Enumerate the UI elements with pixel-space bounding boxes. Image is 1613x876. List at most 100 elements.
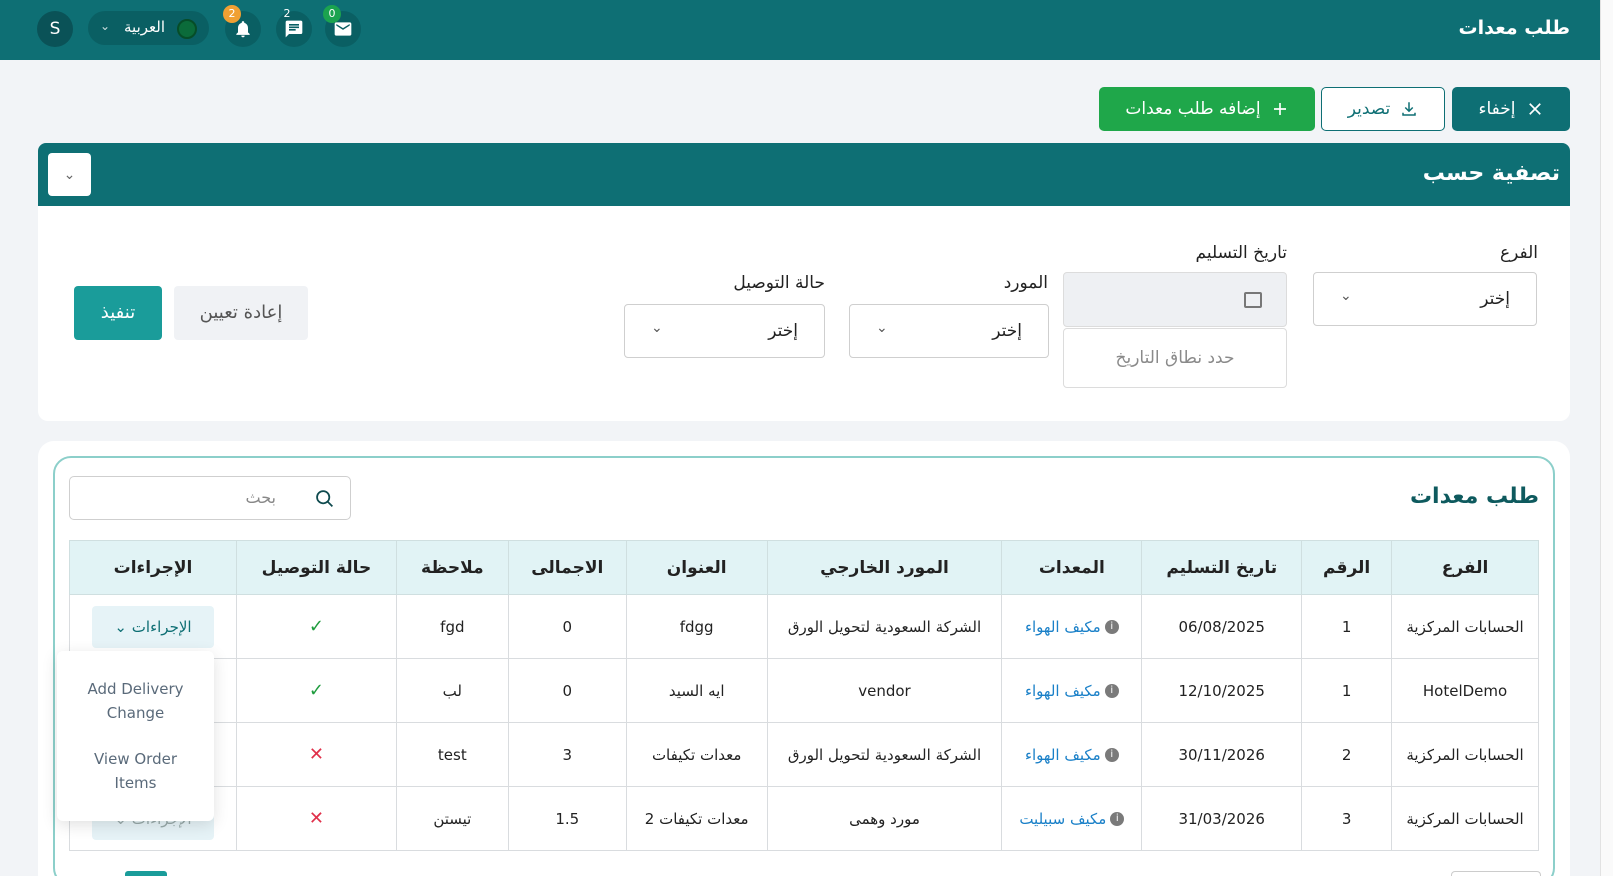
language-label: العربية: [124, 18, 165, 36]
chevron-down-icon: ⌄: [63, 166, 76, 183]
cell-total: 1.5: [507, 786, 627, 851]
menu-item-view-order-items[interactable]: View Order Items: [57, 747, 214, 795]
mail-badge: 0: [323, 5, 341, 23]
column-header[interactable]: ملاحظة: [395, 540, 509, 595]
cross-icon: ✕: [308, 808, 324, 829]
delivery-date-input[interactable]: [1063, 272, 1287, 327]
branch-label: الفرع: [1499, 243, 1538, 263]
cell-equipment: i مكيف سبيليت: [1001, 786, 1143, 851]
cell-note: fgd: [395, 594, 509, 659]
column-header[interactable]: الاجمالى: [507, 540, 627, 595]
export-label: تصدير: [1347, 99, 1391, 119]
actions-dropdown-menu: Add Delivery Change View Order Items: [57, 651, 214, 821]
info-icon[interactable]: i: [1104, 620, 1119, 634]
equipment-link[interactable]: مكيف الهواء: [1025, 618, 1101, 636]
add-label: إضافه طلب معدات: [1125, 99, 1261, 119]
branch-select[interactable]: إختر ⌄: [1313, 272, 1537, 326]
reset-button[interactable]: إعادة تعيين: [174, 286, 308, 340]
table-title: طلب معدات: [1409, 484, 1539, 509]
page-scrollbar[interactable]: [1600, 0, 1613, 876]
page-size-select[interactable]: [1451, 871, 1541, 876]
cell-delivery-status: ✕: [236, 722, 397, 787]
cell-note: تيستن: [395, 786, 509, 851]
chevron-down-icon: ⌄: [114, 617, 127, 636]
delivery-status-select[interactable]: إختر ⌄: [624, 304, 825, 358]
pagination-active[interactable]: [125, 871, 167, 876]
cell-branch: الحسابات المركزية: [1391, 594, 1539, 659]
cross-icon: ✕: [308, 744, 324, 765]
menu-item-add-delivery-change[interactable]: Add Delivery Change: [57, 677, 214, 725]
add-equipment-request-button[interactable]: إضافه طلب معدات: [1099, 87, 1315, 131]
search-input[interactable]: بحث: [69, 476, 351, 520]
column-header[interactable]: العنوان: [625, 540, 768, 595]
cell-number: 1: [1301, 594, 1393, 659]
column-header[interactable]: تاريخ التسليم: [1141, 540, 1303, 595]
cell-total: 3: [507, 722, 627, 787]
close-icon: [1528, 103, 1541, 115]
execute-button[interactable]: تنفيذ: [74, 286, 162, 340]
supplier-label: المورد: [1003, 273, 1048, 293]
info-icon[interactable]: i: [1110, 812, 1125, 826]
cell-date: 30/11/2026: [1141, 722, 1303, 787]
date-range-input[interactable]: حدد نطاق التاريخ: [1063, 328, 1287, 388]
cell-equipment: iمكيف الهواء: [1001, 722, 1143, 787]
cell-address: معدات تكيفات 2: [625, 786, 768, 851]
menu-item-label: Change: [106, 704, 165, 722]
export-button[interactable]: تصدير: [1321, 87, 1445, 131]
filter-collapse-button[interactable]: ⌄: [48, 153, 91, 196]
cell-date: 06/08/2025: [1141, 594, 1303, 659]
hide-button[interactable]: إخفاء: [1452, 87, 1570, 131]
cell-supplier: مورد وهمى: [766, 786, 1003, 851]
column-header[interactable]: حالة التوصيل: [236, 540, 397, 595]
table-row: الحسابات المركزية 3 31/03/2026 i مكيف سبي…: [68, 786, 1539, 851]
chevron-down-icon: ⌄: [1340, 288, 1352, 304]
chevron-down-icon: ⌄: [100, 19, 111, 33]
hide-label: إخفاء: [1478, 99, 1516, 119]
flag-icon: [177, 19, 197, 39]
table-row: الحسابات المركزية 1 06/08/2025 iمكيف اله…: [68, 594, 1539, 659]
notifications-button[interactable]: 2: [223, 5, 261, 47]
equipment-link[interactable]: مكيف سبيليت: [1019, 810, 1106, 828]
cell-equipment: iمكيف الهواء: [1001, 658, 1143, 723]
cell-total: 0: [507, 594, 627, 659]
mail-button[interactable]: 0: [323, 5, 361, 47]
check-icon: ✓: [308, 680, 324, 701]
column-header[interactable]: المورد الخارجي: [766, 540, 1003, 595]
column-header[interactable]: المعدات: [1001, 540, 1143, 595]
cell-equipment: iمكيف الهواء: [1001, 594, 1143, 659]
delivery-status-label: حالة التوصيل: [733, 273, 825, 293]
actions-label: الإجراءات: [131, 617, 192, 636]
avatar[interactable]: S: [37, 11, 73, 47]
filter-header: تصفية حسب ⌄: [38, 143, 1570, 206]
notifications-badge: 2: [223, 5, 241, 23]
search-placeholder: بحث: [245, 488, 277, 507]
chevron-down-icon: ⌄: [651, 320, 663, 336]
messages-button[interactable]: 2: [276, 7, 312, 47]
cell-date: 12/10/2025: [1141, 658, 1303, 723]
equipment-link[interactable]: مكيف الهواء: [1025, 746, 1101, 764]
cell-actions: الإجراءات ⌄: [68, 594, 238, 659]
cell-note: test: [395, 722, 509, 787]
cell-delivery-status: ✓: [236, 658, 397, 723]
chevron-down-icon: ⌄: [876, 320, 888, 336]
cell-number: 2: [1301, 722, 1393, 787]
column-header[interactable]: الرقم: [1301, 540, 1393, 595]
cell-delivery-status: ✕: [236, 786, 397, 851]
cell-note: لب: [395, 658, 509, 723]
table-row: HotelDemo 1 12/10/2025 iمكيف الهواء vend…: [68, 658, 1539, 723]
equipment-link[interactable]: مكيف الهواء: [1025, 682, 1101, 700]
search-icon: [316, 490, 333, 507]
column-header[interactable]: الإجراءات: [68, 540, 238, 595]
menu-item-label: Add Delivery: [87, 680, 184, 698]
supplier-select[interactable]: إختر ⌄: [849, 304, 1049, 358]
cell-branch: الحسابات المركزية: [1391, 722, 1539, 787]
download-icon: [1402, 102, 1416, 116]
column-header[interactable]: الفرع: [1391, 540, 1539, 595]
cell-branch: الحسابات المركزية: [1391, 786, 1539, 851]
actions-dropdown-button[interactable]: الإجراءات ⌄: [92, 605, 214, 648]
language-selector[interactable]: ⌄ العربية: [88, 11, 209, 45]
equipment-requests-table: الفرع الرقم تاريخ التسليم المعدات المورد…: [68, 540, 1539, 851]
supplier-value: إختر: [992, 321, 1022, 341]
info-icon[interactable]: i: [1104, 748, 1119, 762]
info-icon[interactable]: i: [1104, 684, 1119, 698]
